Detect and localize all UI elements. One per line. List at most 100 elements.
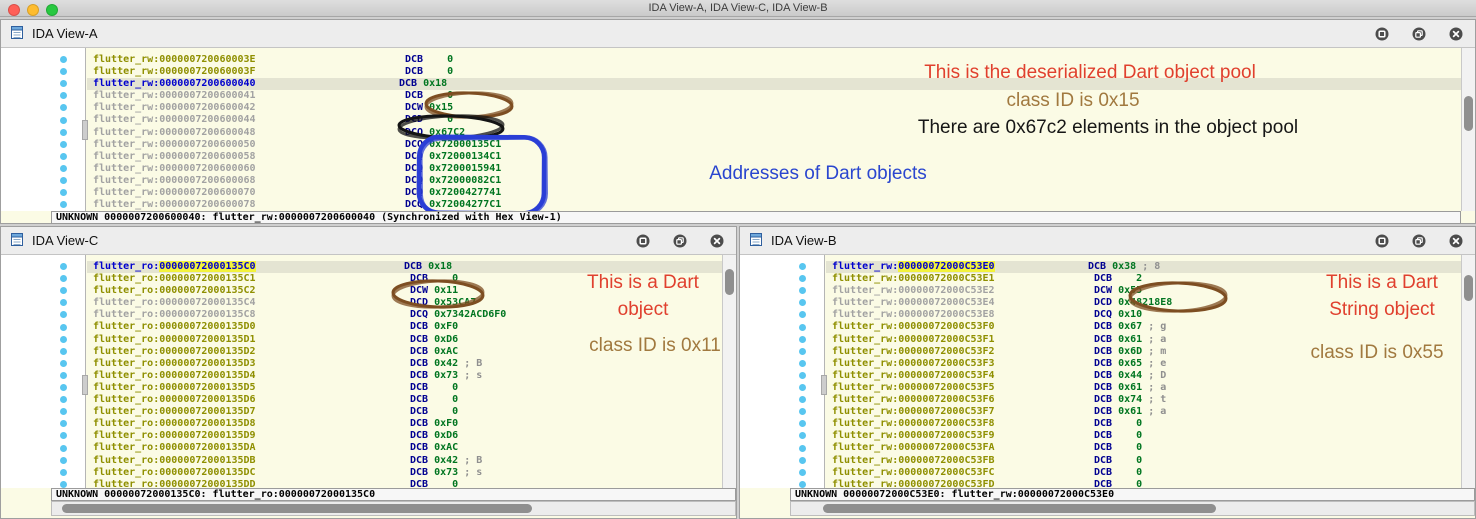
close-pane-button[interactable] bbox=[1449, 234, 1463, 248]
listing-line[interactable]: flutter_rw:00000072000C53F4 DCB 0x44 ; D bbox=[832, 370, 1461, 382]
listing-line[interactable]: flutter_ro:00000072000135D0 DCB 0xF0 bbox=[93, 321, 722, 333]
listing-line[interactable]: flutter_rw:00000072000C53F3 DCB 0x65 ; e bbox=[832, 358, 1461, 370]
listing-line[interactable]: flutter_rw:0000007200600042 DCW 0x15 bbox=[93, 102, 1461, 114]
listing-line[interactable]: flutter_ro:00000072000135D4 DCB 0x73 ; s bbox=[93, 370, 722, 382]
close-pane-button[interactable] bbox=[1449, 27, 1463, 41]
horizontal-scrollbar[interactable] bbox=[790, 501, 1475, 516]
listing-line[interactable]: flutter_rw:0000007200600060 DCQ 0x7200015… bbox=[93, 163, 1461, 175]
nav-marker-dot bbox=[60, 201, 67, 209]
listing-line[interactable]: flutter_rw:0000007200600044 DCD 0 bbox=[93, 114, 1461, 126]
listing-line[interactable]: flutter_ro:00000072000135D1 DCB 0xD6 bbox=[93, 334, 722, 346]
listing-line[interactable]: flutter_rw:00000072000C53F8 DCB 0 bbox=[832, 418, 1461, 430]
listing-line[interactable]: flutter_rw:00000072000C53FB DCB 0 bbox=[832, 455, 1461, 467]
listing-line[interactable]: flutter_rw:0000007200600050 DCQ 0x7200013… bbox=[93, 139, 1461, 151]
pane-title: IDA View-B bbox=[771, 233, 837, 248]
listing-line[interactable]: flutter_rw:000000720060003F DCB 0 bbox=[93, 66, 1461, 78]
pane-header[interactable]: IDA View-A bbox=[1, 20, 1475, 48]
listing-line[interactable]: flutter_ro:00000072000135C0 DCB 0x18 bbox=[87, 261, 722, 274]
listing-line[interactable]: flutter_rw:00000072000C53F2 DCB 0x6D ; m bbox=[832, 346, 1461, 358]
close-window-button[interactable] bbox=[8, 4, 20, 16]
window-titlebar[interactable]: IDA View-A, IDA View-C, IDA View-B bbox=[0, 0, 1476, 17]
nav-marker-dot bbox=[60, 140, 67, 148]
close-pane-button[interactable] bbox=[710, 234, 724, 248]
nav-marker-dot bbox=[799, 396, 806, 404]
listing-line[interactable]: flutter_ro:00000072000135C8 DCQ 0x7342ACD… bbox=[93, 309, 722, 321]
restore-pane-button[interactable] bbox=[1412, 27, 1426, 41]
disassembly-area: flutter_rw:000000720060003E DCB 0 flutter_… bbox=[1, 48, 1461, 211]
horizontal-scrollbar-thumb[interactable] bbox=[823, 504, 1216, 513]
nav-marker-dot bbox=[60, 408, 67, 416]
nav-marker-dot bbox=[60, 92, 67, 100]
listing-line[interactable]: flutter_rw:0000007200600068 DCQ 0x7200008… bbox=[93, 175, 1461, 187]
disassembly-listing[interactable]: flutter_ro:00000072000135C0 DCB 0x18 flutt… bbox=[87, 255, 722, 488]
restore-pane-button[interactable] bbox=[1412, 234, 1426, 248]
listing-line[interactable]: flutter_rw:0000007200600058 DCQ 0x7200013… bbox=[93, 151, 1461, 163]
nav-marker-dot bbox=[60, 444, 67, 452]
listing-line[interactable]: flutter_rw:0000007200600078 DCQ 0x7200427… bbox=[93, 199, 1461, 211]
maximize-pane-button[interactable] bbox=[636, 234, 650, 248]
listing-line[interactable]: flutter_rw:00000072000C53F6 DCB 0x74 ; t bbox=[832, 394, 1461, 406]
listing-line[interactable]: flutter_ro:00000072000135D6 DCB 0 bbox=[93, 394, 722, 406]
horizontal-scrollbar[interactable] bbox=[51, 501, 736, 516]
listing-line[interactable]: flutter_rw:00000072000C53F5 DCB 0x61 ; a bbox=[832, 382, 1461, 394]
listing-line[interactable]: flutter_ro:00000072000135C2 DCW 0x11 bbox=[93, 285, 722, 297]
listing-line[interactable]: flutter_ro:00000072000135D8 DCB 0xF0 bbox=[93, 418, 722, 430]
nav-marker-dot bbox=[60, 263, 67, 270]
listing-line[interactable]: flutter_rw:00000072000C53FA DCB 0 bbox=[832, 442, 1461, 454]
nav-marker-dot bbox=[60, 104, 67, 112]
nav-marker-dot bbox=[60, 371, 67, 379]
listing-line[interactable]: flutter_rw:00000072000C53F7 DCB 0x61 ; a bbox=[832, 406, 1461, 418]
nav-marker-dot bbox=[60, 480, 67, 488]
listing-line[interactable]: flutter_rw:0000007200600041 DCB 0 bbox=[93, 90, 1461, 102]
listing-line[interactable]: flutter_rw:00000072000C53E0 DCB 0x38 ; 8 bbox=[826, 261, 1461, 274]
listing-line[interactable]: flutter_rw:00000072000C53E2 DCW 0x55 bbox=[832, 285, 1461, 297]
listing-line[interactable]: flutter_rw:00000072000C53FC DCB 0 bbox=[832, 467, 1461, 479]
nav-marker-dot bbox=[60, 177, 67, 184]
listing-line[interactable]: flutter_ro:00000072000135C1 DCB 0 bbox=[93, 273, 722, 285]
pane-window-buttons bbox=[1375, 27, 1463, 41]
maximize-pane-button[interactable] bbox=[1375, 234, 1389, 248]
maximize-pane-button[interactable] bbox=[1375, 27, 1389, 41]
pane-header[interactable]: IDA View-C bbox=[1, 227, 736, 255]
listing-line[interactable]: flutter_rw:00000072000C53F1 DCB 0x61 ; a bbox=[832, 334, 1461, 346]
listing-line[interactable]: flutter_rw:00000072000C53E4 DCD 0x48218E8 bbox=[832, 297, 1461, 309]
nav-marker-dot bbox=[60, 68, 67, 76]
pane-header[interactable]: IDA View-B bbox=[740, 227, 1475, 255]
listing-line[interactable]: flutter_rw:00000072000C53F0 DCB 0x67 ; g bbox=[832, 321, 1461, 333]
minimize-window-button[interactable] bbox=[27, 4, 39, 16]
listing-line[interactable]: flutter_ro:00000072000135C4 DCD 0x53CA7 bbox=[93, 297, 722, 309]
vertical-scrollbar[interactable] bbox=[722, 255, 736, 488]
listing-line[interactable]: flutter_ro:00000072000135D9 DCB 0xD6 bbox=[93, 430, 722, 442]
disassembly-area: flutter_rw:00000072000C53E0 DCB 0x38 ; 8f… bbox=[740, 255, 1461, 488]
restore-pane-button[interactable] bbox=[673, 234, 687, 248]
fullscreen-window-button[interactable] bbox=[46, 4, 58, 16]
horizontal-scrollbar-thumb[interactable] bbox=[62, 504, 532, 513]
listing-line[interactable]: flutter_rw:000000720060003E DCB 0 bbox=[93, 54, 1461, 66]
listing-line[interactable]: flutter_ro:00000072000135D7 DCB 0 bbox=[93, 406, 722, 418]
listing-line[interactable]: flutter_rw:00000072000C53FD DCB 0 bbox=[832, 479, 1461, 488]
disassembly-listing[interactable]: flutter_rw:000000720060003E DCB 0 flutter_… bbox=[87, 48, 1461, 211]
listing-line[interactable]: flutter_ro:00000072000135DD DCB 0 bbox=[93, 479, 722, 488]
nav-marker-dot bbox=[60, 335, 67, 343]
listing-line[interactable]: flutter_rw:0000007200600070 DCQ 0x7200427… bbox=[93, 187, 1461, 199]
listing-line[interactable]: flutter_ro:00000072000135DA DCB 0xAC bbox=[93, 442, 722, 454]
disassembly-listing[interactable]: flutter_rw:00000072000C53E0 DCB 0x38 ; 8f… bbox=[826, 255, 1461, 488]
listing-line[interactable]: flutter_rw:00000072000C53E8 DCQ 0x10 bbox=[832, 309, 1461, 321]
listing-line[interactable]: flutter_rw:00000072000C53F9 DCB 0 bbox=[832, 430, 1461, 442]
nav-marker-dot bbox=[60, 468, 67, 476]
listing-line[interactable]: flutter_ro:00000072000135DC DCB 0x73 ; s bbox=[93, 467, 722, 479]
listing-line[interactable]: flutter_ro:00000072000135D3 DCB 0x42 ; B bbox=[93, 358, 722, 370]
pane-title: IDA View-A bbox=[32, 26, 98, 41]
listing-line[interactable]: flutter_ro:00000072000135DB DCB 0x42 ; B bbox=[93, 455, 722, 467]
vertical-scrollbar[interactable] bbox=[1461, 255, 1475, 488]
vertical-scrollbar-thumb[interactable] bbox=[1464, 96, 1473, 131]
listing-line[interactable]: flutter_rw:0000007200600040 DCB 0x18 bbox=[87, 78, 1461, 91]
nav-marker-dot bbox=[60, 347, 67, 355]
listing-line[interactable]: flutter_rw:00000072000C53E1 DCB 2 bbox=[832, 273, 1461, 285]
listing-line[interactable]: flutter_ro:00000072000135D2 DCB 0xAC bbox=[93, 346, 722, 358]
listing-line[interactable]: flutter_ro:00000072000135D5 DCB 0 bbox=[93, 382, 722, 394]
listing-line[interactable]: flutter_rw:0000007200600048 DCQ 0x67C2 bbox=[93, 127, 1461, 139]
vertical-scrollbar-thumb[interactable] bbox=[1464, 275, 1473, 301]
vertical-scrollbar[interactable] bbox=[1461, 48, 1475, 211]
vertical-scrollbar-thumb[interactable] bbox=[725, 269, 734, 295]
